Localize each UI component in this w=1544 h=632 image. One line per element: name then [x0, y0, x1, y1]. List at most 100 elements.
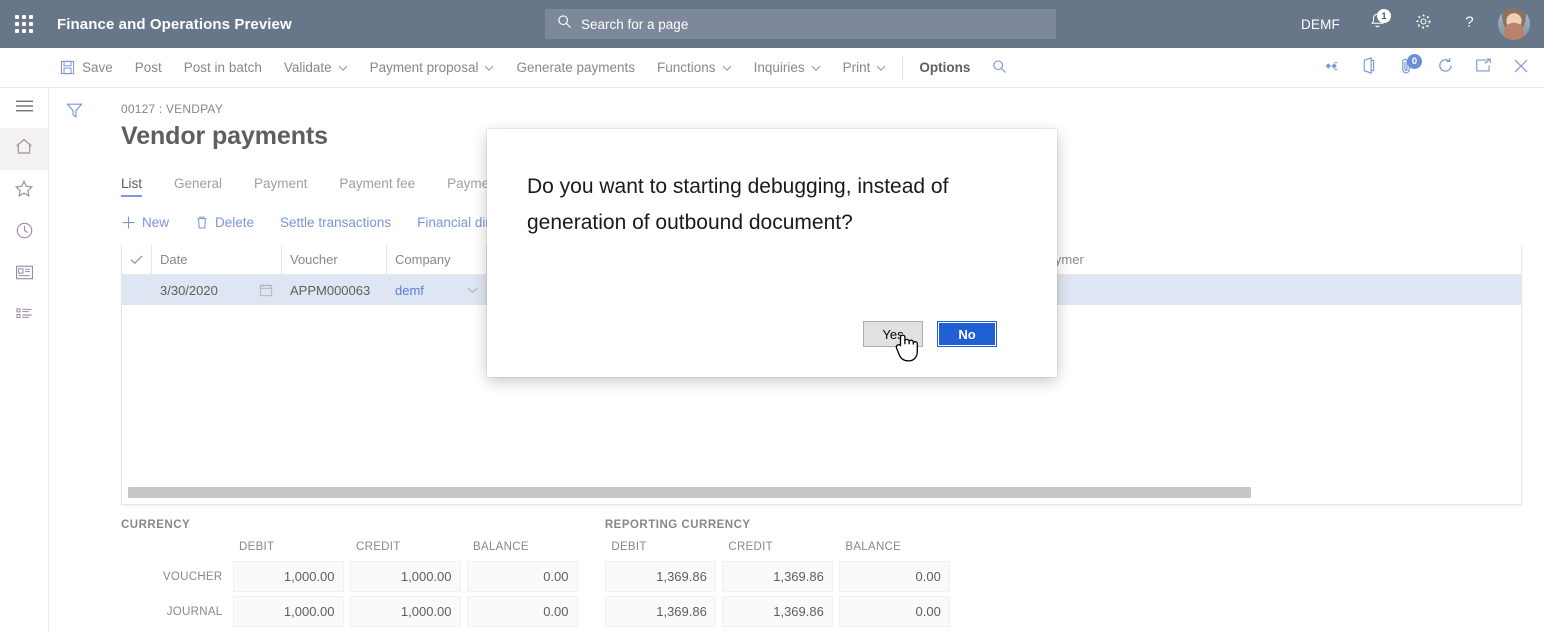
currency-column-credit: CREDIT	[350, 531, 460, 562]
refresh-button[interactable]	[1426, 48, 1464, 88]
avatar[interactable]	[1498, 8, 1530, 40]
plus-icon	[121, 215, 136, 230]
grid-scrollbar-thumb[interactable]	[128, 487, 1251, 498]
column-header-date[interactable]: Date	[152, 245, 282, 274]
attachments-button[interactable]: 0	[1388, 48, 1426, 88]
delete-button[interactable]: Delete	[195, 215, 254, 230]
chevron-down-icon	[876, 60, 886, 75]
command-bar-right-icons: 0	[1312, 48, 1540, 88]
open-in-new-window-button[interactable]	[1464, 48, 1502, 88]
spacer	[460, 597, 467, 627]
calendar-icon[interactable]	[259, 283, 273, 297]
spacer	[460, 562, 467, 592]
share-button[interactable]	[1312, 48, 1350, 88]
question-mark-icon: ?	[1460, 12, 1479, 36]
command-bar-divider	[902, 57, 903, 79]
filter-button[interactable]	[57, 96, 91, 130]
app-title[interactable]: Finance and Operations Preview	[57, 16, 292, 33]
currency-group-title: CURRENCY	[121, 519, 578, 531]
modules-list-icon	[15, 306, 34, 328]
settle-transactions-button[interactable]: Settle transactions	[280, 215, 391, 230]
sidebar-item-modules[interactable]	[0, 296, 48, 338]
spacer	[715, 597, 722, 627]
grid-horizontal-scrollbar[interactable]	[128, 487, 1515, 498]
sidebar-item-recent[interactable]	[0, 212, 48, 254]
sidebar-item-home[interactable]	[0, 128, 48, 170]
tab-general[interactable]: General	[174, 176, 222, 197]
print-menu[interactable]: Print	[832, 48, 898, 88]
spacer	[832, 597, 839, 627]
notification-count-badge: 1	[1377, 9, 1391, 23]
currency-totals-table: DEBIT CREDIT BALANCE VOUCHER 1,000.00 1,…	[121, 531, 578, 627]
save-button[interactable]: Save	[49, 48, 124, 88]
new-button[interactable]: New	[121, 215, 169, 230]
currency-journal-debit: 1,000.00	[233, 597, 343, 627]
validate-menu[interactable]: Validate	[273, 48, 359, 88]
app-launcher-icon[interactable]	[0, 0, 48, 48]
spacer	[460, 531, 467, 562]
column-header-voucher[interactable]: Voucher	[282, 245, 387, 274]
reporting-voucher-credit: 1,369.86	[722, 562, 832, 592]
chevron-down-icon	[338, 60, 348, 75]
options-label: Options	[919, 60, 970, 75]
print-label: Print	[843, 60, 871, 75]
chevron-down-icon[interactable]	[467, 287, 478, 294]
spacer	[715, 531, 722, 562]
reporting-column-debit: DEBIT	[605, 531, 715, 562]
open-in-new-window-icon	[1475, 58, 1492, 78]
spacer	[832, 531, 839, 562]
close-button[interactable]	[1502, 48, 1540, 88]
payment-proposal-label: Payment proposal	[370, 60, 479, 75]
cell-date[interactable]: 3/30/2020	[152, 275, 282, 305]
select-all-checkbox[interactable]	[122, 245, 152, 274]
settings-button[interactable]	[1400, 0, 1446, 48]
currency-journal-row: JOURNAL 1,000.00 1,000.00 0.00	[121, 597, 577, 627]
notifications-button[interactable]: 1	[1354, 0, 1400, 48]
row-select-checkbox[interactable]	[122, 275, 152, 305]
functions-menu[interactable]: Functions	[646, 48, 743, 88]
dialog-message: Do you want to starting debugging, inste…	[527, 169, 957, 241]
spacer	[832, 562, 839, 592]
sidebar-item-favorites[interactable]	[0, 170, 48, 212]
reporting-totals-table: DEBIT CREDIT BALANCE 1,369.86 1,369.86 0…	[605, 531, 950, 627]
command-bar: Save Post Post in batch Validate Payment…	[0, 48, 1544, 88]
payment-proposal-menu[interactable]: Payment proposal	[359, 48, 506, 88]
settle-transactions-label: Settle transactions	[280, 215, 391, 230]
post-button[interactable]: Post	[124, 48, 173, 88]
currency-column-debit: DEBIT	[233, 531, 343, 562]
command-bar-search-button[interactable]	[981, 48, 1018, 88]
yes-button[interactable]: Yes	[863, 321, 923, 347]
close-icon	[1513, 58, 1529, 79]
cell-company[interactable]: demf	[387, 275, 487, 305]
sidebar-item-workspaces[interactable]	[0, 254, 48, 296]
search-input[interactable]: Search for a page	[545, 9, 1056, 39]
company-selector[interactable]: DEMF	[1301, 17, 1340, 32]
column-header-company[interactable]: Company	[387, 245, 487, 274]
options-menu[interactable]: Options	[908, 48, 981, 88]
save-icon	[60, 60, 75, 75]
currency-journal-balance: 0.00	[467, 597, 577, 627]
no-button[interactable]: No	[937, 321, 997, 347]
reporting-group-title: REPORTING CURRENCY	[605, 519, 950, 531]
inquiries-label: Inquiries	[754, 60, 805, 75]
filter-column	[49, 88, 99, 632]
inquiries-menu[interactable]: Inquiries	[743, 48, 832, 88]
reporting-currency-totals-block: REPORTING CURRENCY DEBIT CREDIT BALANCE …	[605, 519, 950, 627]
tab-payment-fee[interactable]: Payment fee	[339, 176, 415, 197]
totals-summary: CURRENCY DEBIT CREDIT BALANCE VOUCHER 1,…	[121, 519, 1544, 627]
cell-date-value: 3/30/2020	[160, 283, 218, 298]
tab-list[interactable]: List	[121, 176, 142, 197]
refresh-icon	[1437, 57, 1454, 79]
currency-corner-cell	[121, 531, 233, 562]
hamburger-menu-button[interactable]	[0, 88, 48, 128]
reporting-journal-balance: 0.00	[839, 597, 949, 627]
svg-text:?: ?	[1465, 14, 1473, 31]
generate-payments-button[interactable]: Generate payments	[505, 48, 646, 88]
post-in-batch-button[interactable]: Post in batch	[173, 48, 273, 88]
help-button[interactable]: ?	[1446, 0, 1492, 48]
tab-payment-truncated[interactable]: Payme	[447, 176, 489, 197]
cell-voucher[interactable]: APPM000063	[282, 275, 387, 305]
tab-payment[interactable]: Payment	[254, 176, 307, 197]
hamburger-icon	[15, 99, 34, 118]
office-app-button[interactable]	[1350, 48, 1388, 88]
